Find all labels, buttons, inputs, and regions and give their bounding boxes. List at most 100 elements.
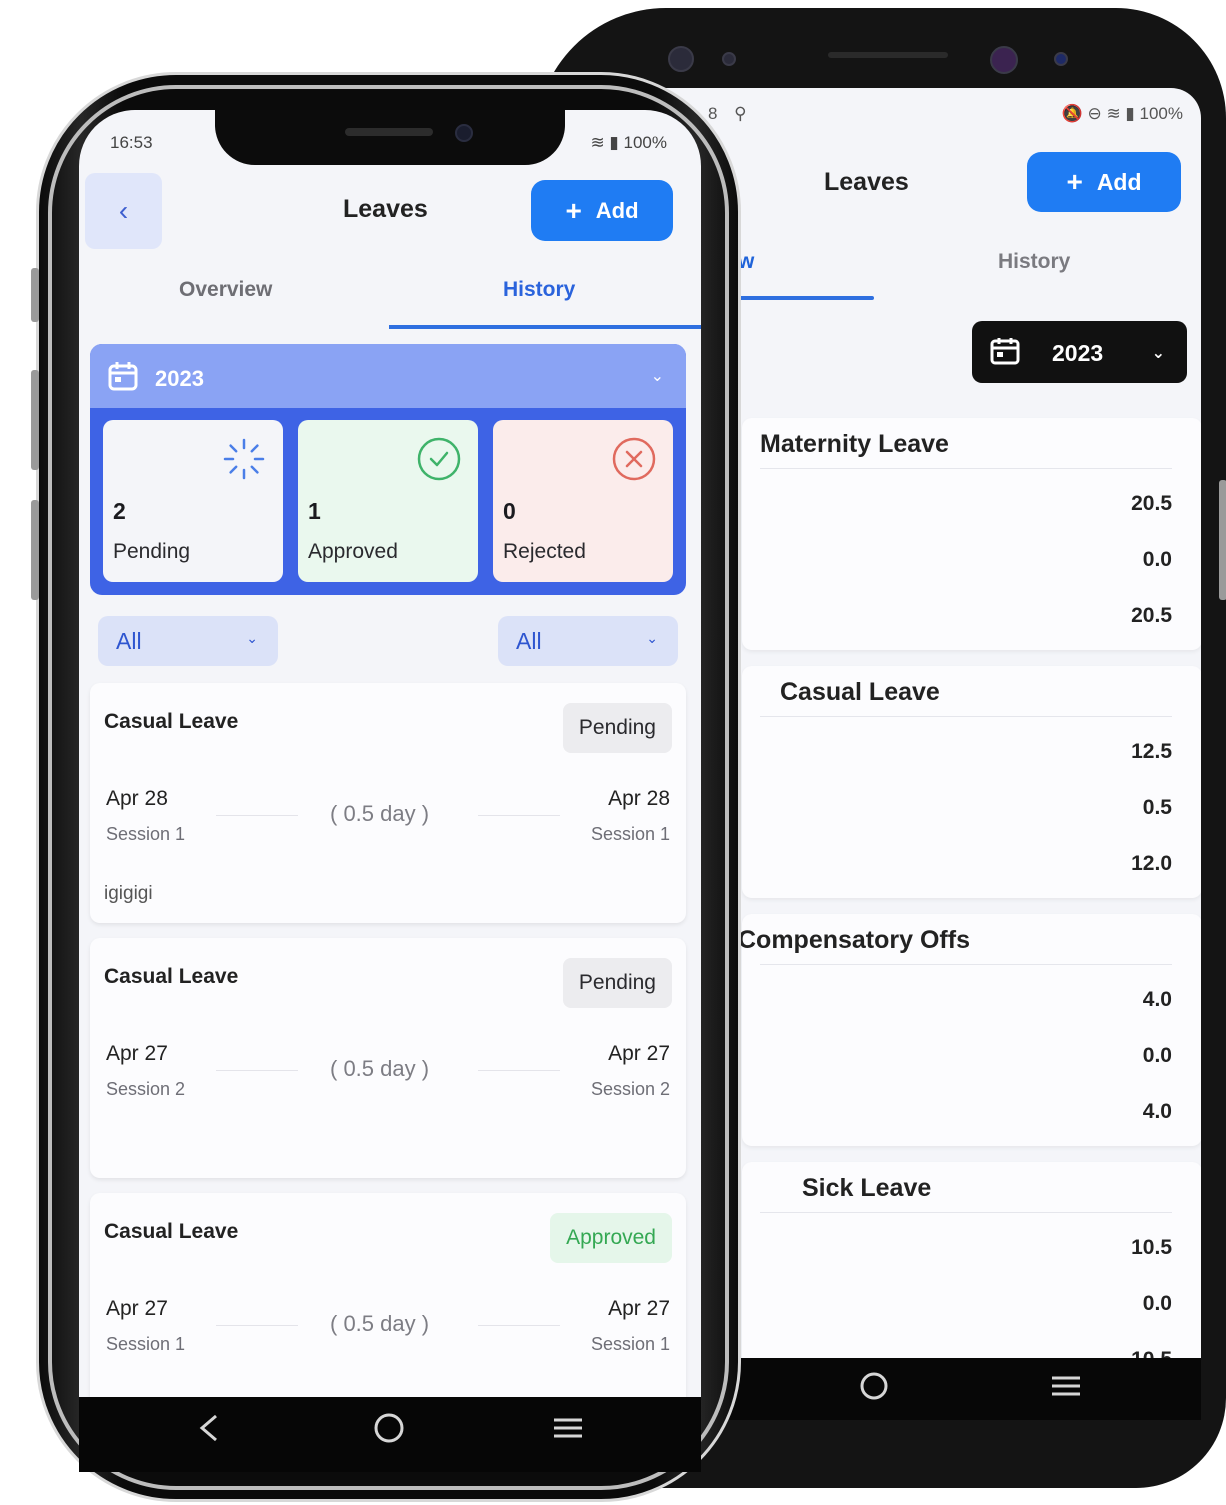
menu-lines-icon[interactable] — [1049, 1370, 1083, 1410]
leave-type: Casual Leave — [104, 965, 239, 988]
balance-value: 10.5 — [1131, 1236, 1172, 1259]
chevron-down-icon: ⌄ — [246, 630, 258, 646]
stat-count: 0 — [503, 498, 516, 524]
year-value: 2023 — [155, 366, 204, 391]
balance-value: 10.5 — [1131, 1348, 1172, 1358]
balance-card-title: Compensatory Offs — [738, 926, 970, 954]
back-button[interactable]: ‹ — [85, 173, 162, 249]
divider — [478, 1325, 560, 1326]
add-button-label: Add — [1096, 168, 1142, 195]
divider — [216, 815, 298, 816]
stat-label: Pending — [113, 540, 191, 563]
add-button-label: Add — [595, 197, 639, 223]
add-button[interactable]: + Add — [1027, 152, 1181, 212]
from-session: Session 1 — [106, 824, 186, 844]
menu-lines-icon[interactable] — [551, 1411, 585, 1454]
to-session: Session 2 — [590, 1079, 670, 1099]
year-select[interactable]: 2023 ⌄ — [90, 344, 686, 408]
plus-icon: + — [1066, 166, 1083, 197]
tab-overview[interactable]: Overview — [179, 278, 272, 302]
balance-value: 0.0 — [1142, 1292, 1172, 1315]
balance-value: 0.0 — [1142, 548, 1172, 571]
to-date: Apr 27 — [608, 1042, 670, 1065]
balance-card-compensatory[interactable]: Compensatory Offs 4.0 0.0 4.0 — [738, 914, 1201, 1146]
balance-card-casual[interactable]: Casual Leave 12.5 0.5 12.0 — [742, 666, 1201, 898]
chevron-left-icon: ‹ — [118, 195, 129, 226]
chevron-down-icon: ⌄ — [1151, 345, 1165, 362]
balance-value: 4.0 — [1142, 988, 1172, 1011]
tab-history[interactable]: History — [998, 250, 1070, 274]
calendar-icon — [990, 338, 1020, 365]
balance-value: 0.0 — [1142, 1044, 1172, 1067]
leave-request-card[interactable]: Casual Leave Approved Apr 27 Session 1 (… — [90, 1193, 686, 1397]
status-badge: Pending — [562, 958, 672, 1008]
divider — [760, 1212, 1172, 1213]
to-session: Session 1 — [590, 824, 670, 844]
from-date: Apr 27 — [106, 1297, 168, 1320]
to-date: Apr 28 — [608, 787, 670, 810]
divider — [216, 1070, 298, 1071]
to-session: Session 1 — [590, 1334, 670, 1354]
status-filter[interactable]: All ⌄ — [498, 616, 678, 666]
leave-summary-panel: 2023 ⌄ 2 Pending 1 Approved 0 Rejected — [90, 344, 686, 595]
home-circle-icon[interactable] — [858, 1370, 890, 1410]
status-right: 🔕 ⊖ ≋ ▮ 100% — [1061, 104, 1183, 123]
check-circle-icon — [417, 437, 461, 481]
stat-count: 2 — [113, 498, 126, 524]
power-button — [1219, 480, 1226, 600]
leave-request-card[interactable]: Casual Leave Pending Apr 28 Session 1 ( … — [90, 683, 686, 923]
duration: ( 0.5 day ) — [330, 801, 430, 826]
duration: ( 0.5 day ) — [330, 1056, 430, 1081]
balance-value: 20.5 — [1131, 604, 1172, 627]
divider — [478, 1070, 560, 1071]
from-date: Apr 28 — [106, 787, 168, 810]
balance-card-title: Maternity Leave — [760, 430, 949, 458]
calendar-icon — [108, 362, 138, 391]
to-date: Apr 27 — [608, 1297, 670, 1320]
stat-label: Approved — [308, 540, 398, 563]
from-date: Apr 27 — [106, 1042, 168, 1065]
status-badge: Pending — [562, 703, 672, 753]
home-circle-icon[interactable] — [372, 1411, 406, 1454]
balance-card-sick[interactable]: Sick Leave 10.5 0.0 10.5 — [742, 1162, 1201, 1358]
duration: ( 0.5 day ) — [330, 1311, 430, 1336]
balance-card-title: Sick Leave — [802, 1174, 932, 1202]
add-button[interactable]: + Add — [531, 180, 673, 241]
stat-count: 1 — [308, 498, 321, 524]
balance-card-title: Casual Leave — [780, 678, 940, 706]
balance-value: 20.5 — [1131, 492, 1172, 515]
active-tab-indicator — [389, 325, 701, 329]
from-session: Session 2 — [106, 1079, 186, 1099]
loader-icon — [223, 438, 265, 480]
page-title: Leaves — [824, 168, 909, 196]
stat-card-pending[interactable]: 2 Pending — [103, 420, 283, 582]
stat-card-rejected[interactable]: 0 Rejected — [493, 420, 673, 582]
front-camera-icon — [455, 124, 473, 142]
volume-down-button — [31, 500, 39, 600]
leave-type: Casual Leave — [104, 710, 239, 733]
active-tab-indicator — [736, 296, 874, 300]
filter-value: All — [116, 628, 142, 654]
status-badge: Approved — [550, 1213, 672, 1263]
tab-history[interactable]: History — [503, 278, 575, 302]
stat-card-approved[interactable]: 1 Approved — [298, 420, 478, 582]
leave-request-card[interactable]: Casual Leave Pending Apr 27 Session 2 ( … — [90, 938, 686, 1178]
stat-label: Rejected — [503, 540, 586, 563]
back-triangle-icon[interactable] — [194, 1411, 224, 1454]
balance-value: 0.5 — [1142, 796, 1172, 819]
leave-note: igigigi — [104, 883, 153, 904]
balance-card-maternity[interactable]: Maternity Leave 20.5 0.0 20.5 — [742, 418, 1201, 650]
volume-up-button — [31, 370, 39, 470]
x-circle-icon — [612, 437, 656, 481]
earpiece — [828, 52, 948, 58]
chevron-down-icon: ⌄ — [650, 368, 664, 385]
front-camera-icon — [668, 46, 694, 72]
leave-type-filter[interactable]: All ⌄ — [98, 616, 278, 666]
notch — [215, 110, 565, 165]
divider — [760, 468, 1172, 469]
year-select[interactable]: 2023 ⌄ — [972, 321, 1187, 383]
from-session: Session 1 — [106, 1334, 186, 1354]
page-title: Leaves — [343, 195, 428, 223]
balance-value: 4.0 — [1142, 1100, 1172, 1123]
divider — [760, 964, 1172, 965]
